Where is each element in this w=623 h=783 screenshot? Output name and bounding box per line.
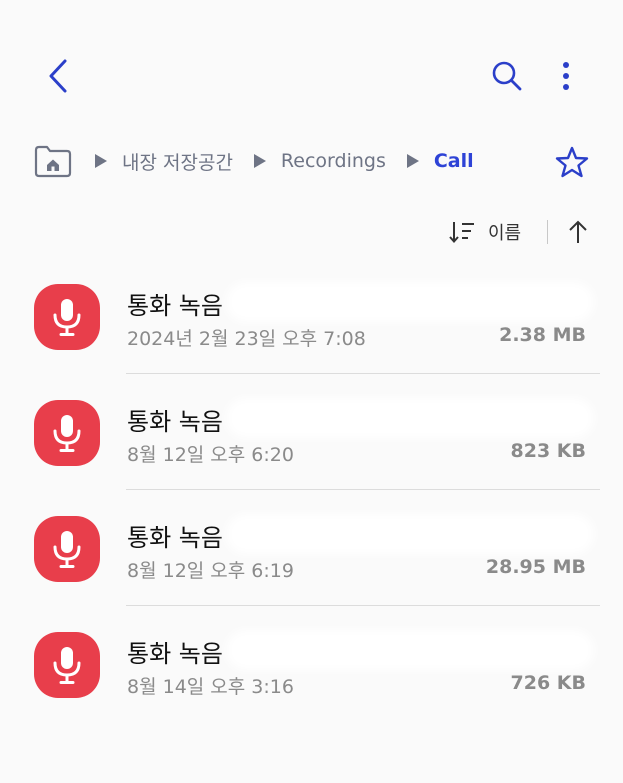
file-title: 통화 녹음 bbox=[127, 524, 223, 552]
list-item[interactable]: 통화 녹음 8월 12일 오후 6:20 823 KB bbox=[0, 374, 623, 490]
file-size: 28.95 MB bbox=[485, 556, 586, 578]
favorite-button[interactable] bbox=[552, 142, 592, 182]
list-item[interactable]: 통화 녹음 8월 14일 오후 3:16 726 KB bbox=[0, 606, 623, 722]
file-date: 8월 12일 오후 6:19 bbox=[127, 560, 294, 582]
list-item[interactable]: 통화 녹음 2024년 2월 23일 오후 7:08 2.38 MB bbox=[0, 258, 623, 374]
chevron-right-icon bbox=[94, 154, 108, 168]
file-size: 726 KB bbox=[510, 672, 586, 694]
file-date: 2024년 2월 23일 오후 7:08 bbox=[127, 328, 366, 350]
sort-order-button[interactable] bbox=[562, 216, 594, 248]
file-list: 통화 녹음 2024년 2월 23일 오후 7:08 2.38 MB 통화 녹음… bbox=[0, 258, 623, 722]
file-title: 통화 녹음 bbox=[127, 408, 223, 436]
sort-bar: 이름 bbox=[0, 212, 623, 252]
list-item[interactable]: 통화 녹음 8월 12일 오후 6:19 28.95 MB bbox=[0, 490, 623, 606]
file-title: 통화 녹음 bbox=[127, 640, 223, 668]
microphone-icon bbox=[34, 284, 100, 350]
microphone-icon bbox=[34, 632, 100, 698]
more-vertical-icon bbox=[563, 62, 569, 90]
star-icon bbox=[555, 146, 589, 178]
divider bbox=[547, 220, 548, 244]
breadcrumb-recordings[interactable]: Recordings bbox=[281, 150, 386, 172]
redacted-filename bbox=[232, 288, 588, 316]
top-app-bar bbox=[0, 0, 623, 150]
chevron-right-icon bbox=[406, 154, 420, 168]
file-title: 통화 녹음 bbox=[127, 292, 223, 320]
sort-icon bbox=[449, 222, 474, 244]
file-size: 823 KB bbox=[510, 440, 586, 462]
chevron-left-icon bbox=[49, 59, 67, 93]
redacted-filename bbox=[232, 404, 588, 432]
sort-by-button[interactable]: 이름 bbox=[448, 216, 521, 248]
microphone-icon bbox=[34, 516, 100, 582]
file-date: 8월 14일 오후 3:16 bbox=[127, 676, 294, 698]
arrow-up-icon bbox=[569, 220, 587, 243]
sort-label: 이름 bbox=[488, 223, 522, 244]
redacted-filename bbox=[232, 636, 588, 664]
breadcrumb: 내장 저장공간 Recordings Call bbox=[32, 138, 474, 184]
microphone-icon bbox=[34, 400, 100, 466]
breadcrumb-internal-storage[interactable]: 내장 저장공간 bbox=[122, 148, 233, 175]
back-button[interactable] bbox=[40, 56, 76, 96]
search-button[interactable] bbox=[486, 56, 528, 96]
file-date: 8월 12일 오후 6:20 bbox=[127, 444, 294, 466]
file-size: 2.38 MB bbox=[499, 324, 586, 346]
chevron-right-icon bbox=[253, 154, 267, 168]
more-options-button[interactable] bbox=[548, 56, 584, 96]
breadcrumb-call[interactable]: Call bbox=[434, 150, 474, 172]
search-icon bbox=[492, 61, 522, 91]
home-folder-icon bbox=[34, 145, 72, 178]
redacted-filename bbox=[232, 520, 588, 548]
home-folder-button[interactable] bbox=[32, 141, 74, 181]
